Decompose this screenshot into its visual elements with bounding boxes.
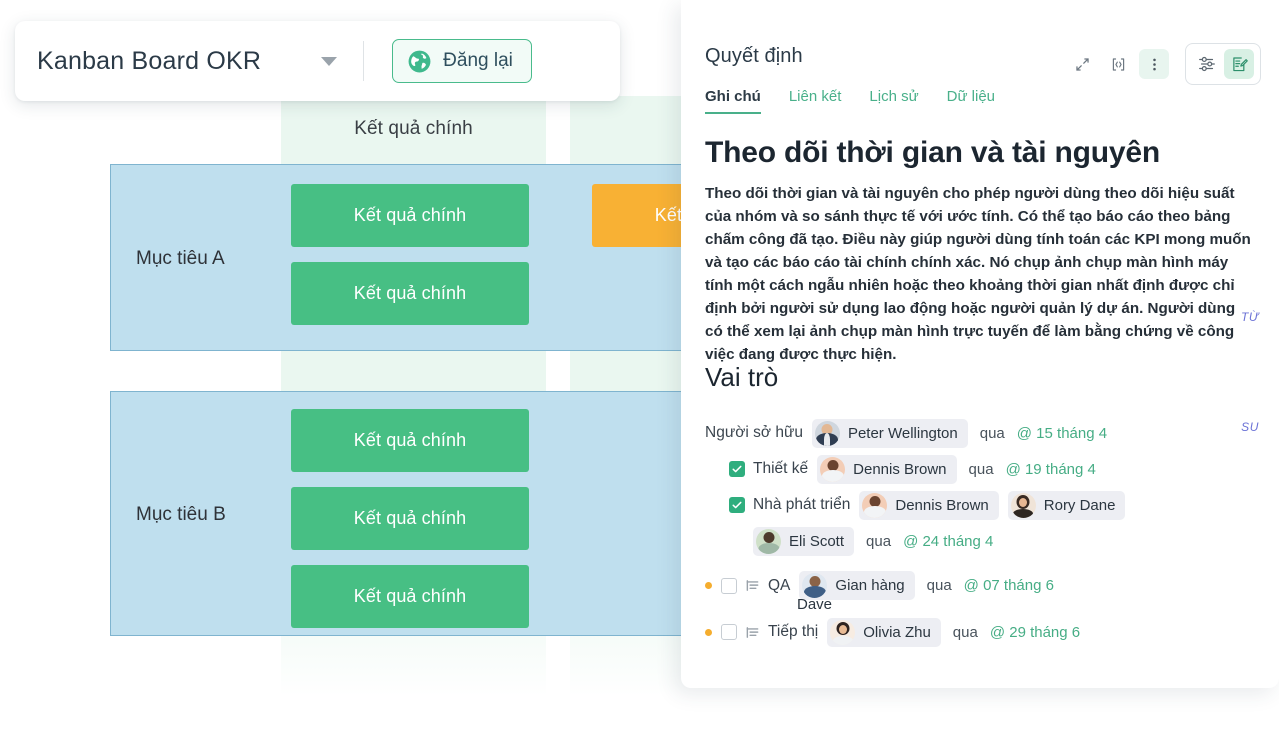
role-date[interactable]: @ 29 tháng 6 [990, 624, 1080, 641]
person-chip[interactable]: Olivia Zhu [827, 617, 941, 647]
rory-dane-avatar [1010, 492, 1036, 518]
chevron-down-icon[interactable] [321, 56, 338, 66]
document-title: Theo dõi thời gian và tài nguyên [705, 136, 1160, 169]
panel-title: Quyết định [705, 45, 803, 67]
toolbar-divider [363, 41, 365, 81]
kebab-menu-icon[interactable] [1139, 49, 1169, 79]
status-dot-icon [705, 628, 712, 636]
role-label: Tiếp thị [768, 623, 819, 640]
person-chip[interactable]: Eli Scott [753, 526, 855, 556]
person-chip[interactable]: Peter Wellington [811, 418, 968, 448]
tab-lich-su[interactable]: Lịch sử [869, 88, 918, 114]
tab-lien-ket[interactable]: Liên kết [789, 88, 842, 114]
tab-ghi-chu[interactable]: Ghi chú [705, 88, 761, 114]
via-label: qua [926, 577, 952, 594]
person-name-second-line: Dave [797, 596, 833, 613]
board-toolbar: Kanban Board OKR Đăng lại [15, 21, 620, 101]
checkbox-checked-icon[interactable] [729, 497, 745, 513]
role-row-qa: QA Gian hàng qua @ 07 tháng 6 Dave [705, 571, 1255, 614]
board-title: Kanban Board OKR [37, 46, 262, 75]
role-date[interactable]: @ 24 tháng 4 [903, 533, 993, 550]
via-label: qua [952, 623, 978, 641]
via-label: qua [979, 424, 1005, 442]
dennis-brown-avatar [820, 456, 846, 482]
checkbox-unchecked-icon[interactable] [721, 624, 737, 640]
sliders-icon[interactable] [1192, 49, 1222, 79]
person-chip[interactable]: Rory Dane [1007, 490, 1126, 520]
details-panel: Quyết định Ghi chú Liên kết Lịch sử Dữ l… [681, 0, 1279, 688]
checkbox-checked-icon[interactable] [729, 461, 745, 477]
expand-arrows-icon[interactable] [1067, 49, 1097, 79]
status-dot-icon [705, 582, 712, 589]
role-label: Thiết kế [753, 460, 809, 477]
role-label: Nhà phát triển [753, 496, 851, 513]
edit-document-icon[interactable] [1224, 49, 1254, 79]
person-name: Rory Dane [1043, 496, 1116, 514]
globe-icon [407, 49, 432, 74]
peter-wellington-avatar [814, 420, 840, 446]
role-row-developer-overflow: Eli Scott qua @ 24 tháng 4 [705, 523, 1255, 559]
person-chip[interactable]: Dennis Brown [817, 454, 957, 484]
role-date[interactable]: @ 19 tháng 4 [1006, 461, 1096, 478]
key-result-card[interactable]: Kết quả chính [291, 409, 529, 472]
view-mode-group [1185, 43, 1261, 85]
person-name: Olivia Zhu [863, 623, 931, 641]
panel-tabs: Ghi chú Liên kết Lịch sử Dữ liệu [681, 88, 1279, 114]
objective-row-b[interactable]: Mục tiêu B Kết quả chính Kết quả chính K… [110, 391, 690, 636]
hierarchy-list-icon [745, 578, 760, 593]
role-row-developer: Nhà phát triển Dennis Brown Rory Dane [705, 487, 1255, 523]
mini-tag-tu: TỪ [1240, 310, 1259, 324]
panel-header: Quyết định [681, 43, 1279, 85]
tab-du-lieu[interactable]: Dữ liệu [947, 88, 995, 114]
objective-label-a: Mục tiêu A [136, 248, 225, 269]
person-name: Dennis Brown [895, 496, 989, 514]
column-header-key-results: Kết quả chính [354, 118, 473, 139]
document-body-text: Theo dõi thời gian và tài nguyên cho phé… [705, 185, 1251, 363]
role-row-design: Thiết kế Dennis Brown qua @ 19 tháng 4 [705, 451, 1255, 487]
person-chip[interactable]: Dennis Brown [859, 490, 999, 520]
via-label: qua [968, 460, 994, 478]
section-heading-roles: Vai trò [705, 362, 779, 392]
gian-hang-dave-avatar [802, 573, 828, 598]
publish-button[interactable]: Đăng lại [392, 39, 532, 83]
publish-button-label: Đăng lại [443, 50, 513, 71]
panel-header-actions [1067, 43, 1261, 85]
objective-row-a[interactable]: Mục tiêu A Kết quả chính Kết quả chính K… [110, 164, 690, 351]
role-label: Người sở hữu [705, 424, 803, 441]
eli-scott-avatar [756, 528, 781, 554]
app-root: Kết quả chính Mục tiêu A Kết quả chính K… [0, 0, 1279, 730]
roles-list: Người sở hữu Peter Wellington qua @ 15 t… [681, 415, 1279, 650]
key-result-card[interactable]: Kết quả chính [291, 262, 529, 325]
role-date[interactable]: @ 07 tháng 6 [964, 577, 1054, 594]
mini-tag-su: SU [1241, 420, 1259, 434]
person-name: Peter Wellington [847, 424, 958, 442]
hierarchy-list-icon [745, 625, 760, 640]
person-name: Gian hàng [835, 577, 905, 594]
code-brackets-icon[interactable] [1103, 49, 1133, 79]
role-date[interactable]: @ 15 tháng 4 [1017, 425, 1107, 442]
role-label: QA [768, 576, 791, 594]
role-row-owner: Người sở hữu Peter Wellington qua @ 15 t… [705, 415, 1255, 451]
dennis-brown-avatar [862, 492, 888, 518]
olivia-zhu-avatar [830, 619, 856, 645]
person-name: Dennis Brown [853, 460, 947, 478]
key-result-card[interactable]: Kết quả chính [291, 487, 529, 550]
key-result-card[interactable]: Kết quả chính [291, 184, 529, 247]
role-row-marketing: Tiếp thị Olivia Zhu qua @ 29 tháng 6 [705, 614, 1255, 650]
kanban-board: Kết quả chính Mục tiêu A Kết quả chính K… [0, 0, 690, 730]
key-result-card[interactable]: Kết quả chính [592, 184, 690, 247]
via-label: qua [866, 532, 892, 550]
key-result-card[interactable]: Kết quả chính [291, 565, 529, 628]
checkbox-unchecked-icon[interactable] [721, 577, 737, 594]
person-name: Eli Scott [789, 532, 845, 550]
objective-label-b: Mục tiêu B [136, 504, 226, 525]
